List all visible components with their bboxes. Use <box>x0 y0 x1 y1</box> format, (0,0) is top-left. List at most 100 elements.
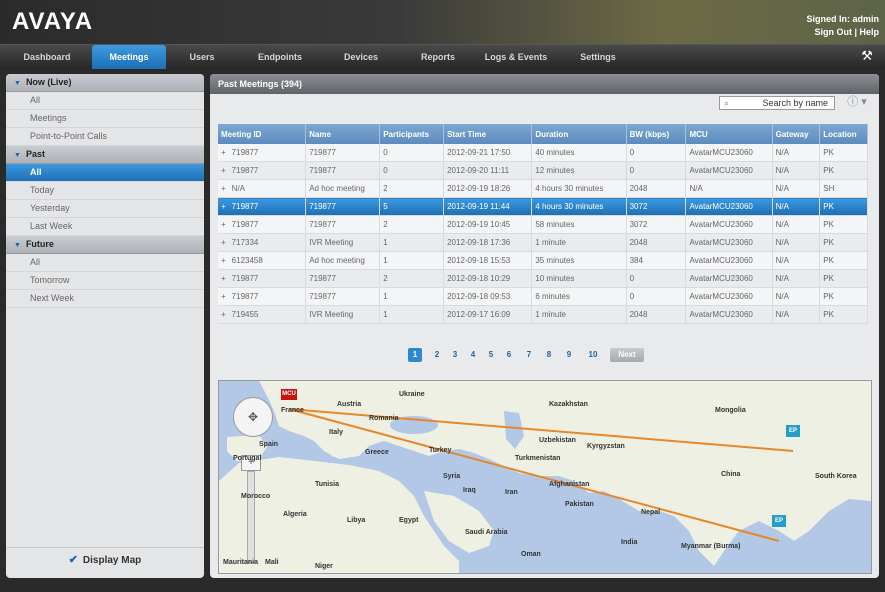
page-2[interactable]: 2 <box>430 348 444 362</box>
expand-icon[interactable]: + <box>221 274 226 283</box>
map-zoom-slider[interactable] <box>247 471 255 563</box>
cell-gateway: N/A <box>772 179 821 198</box>
tab-reports[interactable]: Reports <box>412 45 464 69</box>
tab-endpoints[interactable]: Endpoints <box>250 45 310 69</box>
column-header-bw[interactable]: BW (kbps) <box>626 124 687 144</box>
map-label: Ukraine <box>399 391 425 398</box>
tab-users[interactable]: Users <box>180 45 224 69</box>
cell-location: PK <box>819 144 868 162</box>
table-row[interactable]: +719877 719877 0 2012-09-20 11:11 12 minutes… <box>218 161 868 180</box>
expand-icon[interactable]: + <box>221 166 226 175</box>
sidebar-item-past-last-week[interactable]: Last Week <box>6 218 204 236</box>
page-4[interactable]: 4 <box>466 348 480 362</box>
cell-bw: 0 <box>626 144 687 162</box>
page-9[interactable]: 9 <box>562 348 576 362</box>
sidebar-item-past-yesterday[interactable]: Yesterday <box>6 200 204 218</box>
next-page-button[interactable]: Next <box>610 348 644 362</box>
column-header-location[interactable]: Location <box>819 124 868 144</box>
table-row[interactable]: +717334 IVR Meeting 1 2012-09-18 17:36 1 min… <box>218 233 868 252</box>
cell-duration: 4 hours 30 minutes <box>531 197 627 216</box>
sidebar-item-past-all[interactable]: All <box>6 164 204 182</box>
search-input[interactable]: ⌕ Search by name <box>719 96 835 110</box>
page-6[interactable]: 6 <box>502 348 516 362</box>
expand-icon[interactable]: + <box>221 148 226 157</box>
sign-out-link[interactable]: Sign Out <box>814 27 852 37</box>
collapse-icon: ▼ <box>14 242 21 249</box>
cell-name: 719877 <box>305 269 381 288</box>
column-header-mcu[interactable]: MCU <box>685 124 773 144</box>
table-row[interactable]: +719877 719877 1 2012-09-18 09:53 6 minutes 0… <box>218 287 868 306</box>
endpoint-marker-south-china[interactable]: EP <box>772 515 786 527</box>
cell-duration: 4 hours 30 minutes <box>531 179 627 198</box>
table-row[interactable]: +6123458 Ad hoc meeting 1 2012-09-18 15:53 3… <box>218 251 868 270</box>
page-1[interactable]: 1 <box>408 348 422 362</box>
column-header-start-time[interactable]: Start Time <box>443 124 533 144</box>
sidebar-section-past[interactable]: ▼ Past <box>6 146 204 164</box>
expand-icon[interactable]: + <box>221 256 226 265</box>
cell-start-time: 2012-09-21 17:50 <box>443 144 533 162</box>
column-header-duration[interactable]: Duration <box>531 124 627 144</box>
page-8[interactable]: 8 <box>542 348 556 362</box>
expand-icon[interactable]: + <box>221 292 226 301</box>
table-row[interactable]: +719877 719877 5 2012-09-19 11:44 4 hours 30… <box>218 197 868 216</box>
table-row[interactable]: +719877 719877 2 2012-09-19 10:45 58 minutes… <box>218 215 868 234</box>
sidebar-section-now[interactable]: ▼ Now (Live) <box>6 74 204 92</box>
column-header-meeting-id[interactable]: Meeting ID <box>218 124 307 144</box>
meeting-map[interactable]: MCU EP EP ✥ + Ukraine Kazakhstan Mongoli… <box>218 380 872 574</box>
cell-participants: 5 <box>379 197 445 216</box>
column-header-name[interactable]: Name <box>305 124 381 144</box>
endpoint-marker-china[interactable]: EP <box>786 425 800 437</box>
expand-icon[interactable]: + <box>221 184 226 193</box>
meeting-id-text: 719877 <box>231 202 259 211</box>
sidebar-item-now-p2p[interactable]: Point-to-Point Calls <box>6 128 204 146</box>
tools-icon[interactable]: ⚒ <box>857 49 877 63</box>
sidebar-item-future-tomorrow[interactable]: Tomorrow <box>6 272 204 290</box>
table-row[interactable]: + N/A Ad hoc meeting 2 2012-09-19 18:26 4 hou… <box>218 179 868 198</box>
mcu-marker[interactable]: MCU <box>281 389 297 400</box>
cell-mcu: AvatarMCU23060 <box>685 215 773 234</box>
table-row[interactable]: +719877 719877 0 2012-09-21 17:50 40 minutes… <box>218 144 868 162</box>
collapse-icon: ▼ <box>14 152 21 159</box>
map-label: Romania <box>369 415 399 422</box>
expand-icon[interactable]: + <box>221 238 226 247</box>
cell-mcu: AvatarMCU23060 <box>685 161 773 180</box>
tab-devices[interactable]: Devices <box>336 45 386 69</box>
tab-dashboard[interactable]: Dashboard <box>14 45 80 69</box>
page-5[interactable]: 5 <box>484 348 498 362</box>
sidebar-item-future-next-week[interactable]: Next Week <box>6 290 204 308</box>
cell-start-time: 2012-09-18 09:53 <box>443 287 533 306</box>
page-3[interactable]: 3 <box>448 348 462 362</box>
help-link[interactable]: Help <box>859 27 879 37</box>
map-label: Myanmar (Burma) <box>681 543 741 550</box>
column-header-gateway[interactable]: Gateway <box>772 124 821 144</box>
tab-settings[interactable]: Settings <box>570 45 626 69</box>
footer-bar <box>0 582 885 592</box>
cell-meeting-id: +719877 <box>218 287 307 306</box>
map-pan-control[interactable]: ✥ <box>233 397 273 437</box>
help-icon[interactable]: ⓘ ▾ <box>845 95 869 109</box>
cell-gateway: N/A <box>772 215 821 234</box>
tab-logs-events[interactable]: Logs & Events <box>476 45 556 69</box>
cell-location: PK <box>819 215 868 234</box>
map-label: France <box>281 407 304 414</box>
display-map-toggle[interactable]: ✔ Display Map <box>6 547 204 572</box>
sidebar-section-future[interactable]: ▼ Future <box>6 236 204 254</box>
table-row[interactable]: +719455 IVR Meeting 1 2012-09-17 16:09 1 min… <box>218 305 868 324</box>
table-row[interactable]: +719877 719877 2 2012-09-18 10:29 10 minutes… <box>218 269 868 288</box>
expand-icon[interactable]: + <box>221 220 226 229</box>
page-10[interactable]: 10 <box>584 348 602 362</box>
expand-icon[interactable]: + <box>221 310 226 319</box>
sidebar-item-past-today[interactable]: Today <box>6 182 204 200</box>
map-label: Oman <box>521 551 541 558</box>
sidebar-item-now-all[interactable]: All <box>6 92 204 110</box>
sidebar-item-future-all[interactable]: All <box>6 254 204 272</box>
tab-meetings[interactable]: Meetings <box>92 45 166 69</box>
column-header-participants[interactable]: Participants <box>379 124 445 144</box>
expand-icon[interactable]: + <box>221 202 226 211</box>
sidebar-item-now-meetings[interactable]: Meetings <box>6 110 204 128</box>
cell-start-time: 2012-09-19 11:44 <box>443 197 533 216</box>
cell-bw: 0 <box>626 287 687 306</box>
cell-name: 719877 <box>305 215 381 234</box>
cell-name: 719877 <box>305 161 381 180</box>
page-7[interactable]: 7 <box>522 348 536 362</box>
